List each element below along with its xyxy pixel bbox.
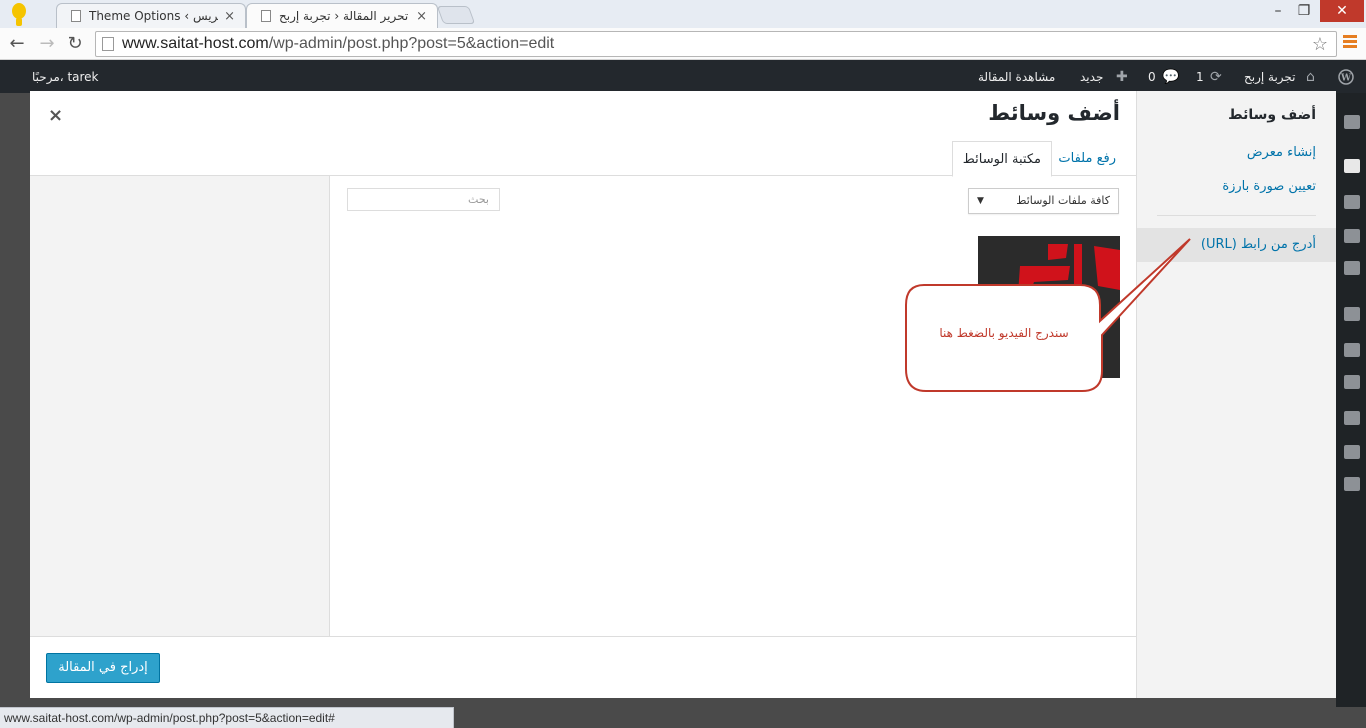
home-icon[interactable]: ⌂ <box>1306 61 1315 93</box>
tools-icon[interactable] <box>1344 411 1360 425</box>
bookmark-star-icon[interactable]: ☆ <box>1312 34 1328 55</box>
tab-theme-options[interactable]: Theme Options ‹ ووردبريس × <box>56 3 246 28</box>
create-gallery-link[interactable]: إنشاء معرض <box>1247 145 1316 160</box>
forward-icon[interactable]: → <box>36 33 58 55</box>
tab-upload-files[interactable]: رفع ملفات <box>1048 141 1126 176</box>
status-bar-filler <box>454 707 1366 728</box>
menu-separator <box>1157 215 1316 216</box>
view-post-link[interactable]: مشاهدة المقالة <box>978 61 1055 93</box>
tab-close-icon[interactable]: × <box>416 9 427 24</box>
filter-selected-value: كافة ملفات الوسائط <box>1016 194 1110 207</box>
dropdown-arrow-icon: ▼ <box>977 196 984 206</box>
updates-icon[interactable]: ⟳ <box>1210 61 1222 93</box>
plus-icon[interactable]: ✚ <box>1116 61 1128 93</box>
page-icon <box>102 37 114 51</box>
media-menu-title[interactable]: أضف وسائط <box>1228 107 1316 123</box>
posts-icon[interactable] <box>1344 159 1360 173</box>
comment-icon[interactable]: 💬 <box>1162 61 1179 93</box>
restore-icon[interactable]: ❐ <box>1290 0 1318 22</box>
new-content-link[interactable]: جديد <box>1080 61 1103 93</box>
media-toolbar: إدراج في المقالة <box>30 636 1136 698</box>
new-tab-button[interactable] <box>436 6 476 24</box>
url-path: /wp-admin/post.php?post=5&action=edit <box>268 35 555 52</box>
settings-icon[interactable] <box>1344 445 1360 459</box>
page-icon <box>71 10 81 22</box>
tab-title: تحرير المقالة ‹ تجربة إربح — <box>279 9 410 23</box>
media-search-input[interactable]: بحث <box>347 188 500 211</box>
wp-admin-bar: مرحبًا، tarek مشاهدة المقالة جديد ✚ 0 💬 … <box>0 61 1366 93</box>
modal-title: أضف وسائط <box>988 101 1120 125</box>
tab-media-library[interactable]: مكتبة الوسائط <box>951 141 1052 177</box>
tab-edit-post[interactable]: تحرير المقالة ‹ تجربة إربح — × <box>246 3 438 28</box>
browser-toolbar: ← → ↻ www.saitat-host.com /wp-admin/post… <box>0 28 1366 60</box>
insert-into-post-button[interactable]: إدراج في المقالة <box>46 653 160 683</box>
browser-tab-strip: Theme Options ‹ ووردبريس × تحرير المقالة… <box>0 0 1366 28</box>
media-icon[interactable] <box>1344 195 1360 209</box>
comments-count[interactable]: 0 <box>1148 61 1156 93</box>
dashboard-icon[interactable] <box>1344 115 1360 129</box>
back-icon[interactable]: ← <box>6 33 28 55</box>
greeting-account[interactable]: مرحبًا، tarek <box>32 61 99 93</box>
media-filter-select[interactable]: كافة ملفات الوسائط ▼ <box>968 188 1119 214</box>
page-icon <box>261 10 271 22</box>
appearance-icon[interactable] <box>1344 307 1360 321</box>
comments-menu-icon[interactable] <box>1344 261 1360 275</box>
users-icon[interactable] <box>1344 375 1360 389</box>
annotation-callout <box>905 238 1191 392</box>
url-host: www.saitat-host.com <box>122 35 269 52</box>
wordpress-logo-icon[interactable]: W <box>1338 69 1354 85</box>
set-featured-image-link[interactable]: تعيين صورة بارزة <box>1222 179 1316 194</box>
site-name-link[interactable]: تجربة إربح <box>1244 61 1296 93</box>
minimize-icon[interactable]: – <box>1264 0 1292 22</box>
address-bar[interactable]: www.saitat-host.com /wp-admin/post.php?p… <box>95 31 1337 57</box>
updates-count[interactable]: 1 <box>1196 61 1204 93</box>
svg-text:W: W <box>1340 74 1352 84</box>
attachment-details-sidebar <box>30 176 330 636</box>
tab-close-icon[interactable]: × <box>224 9 235 24</box>
frame-title: أضف وسائط × <box>30 91 1136 141</box>
plugins-icon[interactable] <box>1344 343 1360 357</box>
browser-status-bar: www.saitat-host.com/wp-admin/post.php?po… <box>0 707 454 728</box>
insert-from-url-link[interactable]: أدرج من رابط (URL) <box>1201 237 1316 252</box>
window-close-icon[interactable]: ✕ <box>1320 0 1364 22</box>
wp-admin-menu <box>1336 93 1366 707</box>
tab-title: Theme Options ‹ ووردبريس <box>89 9 219 23</box>
browser-menu-icon[interactable] <box>1343 35 1357 49</box>
annotation-text: سندرج الفيديو بالضغط هنا <box>939 326 1069 340</box>
profile-avatar-icon[interactable] <box>8 2 30 28</box>
pages-icon[interactable] <box>1344 229 1360 243</box>
collapse-menu-icon[interactable] <box>1344 477 1360 491</box>
reload-icon[interactable]: ↻ <box>64 33 86 55</box>
router-tabs: رفع ملفات مكتبة الوسائط <box>30 141 1136 177</box>
close-modal-icon[interactable]: × <box>48 105 63 126</box>
